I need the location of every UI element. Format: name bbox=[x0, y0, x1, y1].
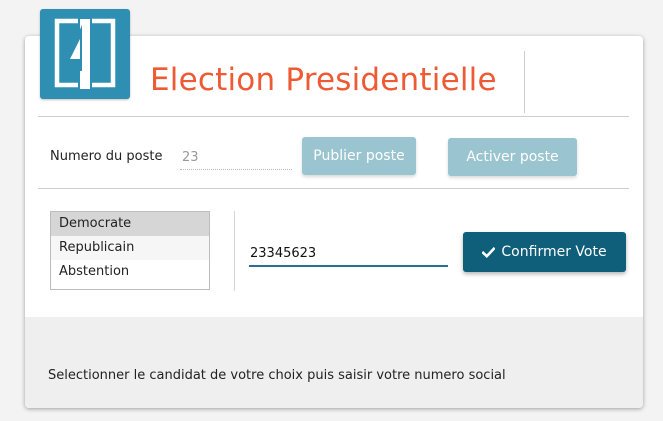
candidate-list[interactable]: Democrate Republicain Abstention bbox=[50, 211, 210, 290]
candidate-item-abstention[interactable]: Abstention bbox=[51, 260, 209, 284]
confirm-vote-button[interactable]: Confirmer Vote bbox=[463, 232, 626, 272]
confirm-vote-label: Confirmer Vote bbox=[501, 244, 607, 260]
candidate-item-democrate[interactable]: Democrate bbox=[51, 212, 209, 236]
split-door-logo-icon bbox=[40, 9, 130, 99]
section-divider bbox=[38, 188, 629, 189]
post-number-input[interactable] bbox=[180, 146, 292, 170]
activate-post-button[interactable]: Activer poste bbox=[448, 138, 577, 176]
social-number-input[interactable] bbox=[249, 241, 448, 267]
candidate-item-republicain[interactable]: Republicain bbox=[51, 236, 209, 260]
check-icon bbox=[482, 246, 496, 258]
page-title: Election Presidentielle bbox=[150, 62, 497, 98]
publish-post-button[interactable]: Publier poste bbox=[302, 137, 416, 175]
instruction-text: Selectionner le candidat de votre choix … bbox=[48, 368, 506, 383]
instruction-footer: Selectionner le candidat de votre choix … bbox=[25, 317, 643, 408]
header-divider bbox=[38, 116, 629, 117]
title-divider bbox=[524, 51, 525, 113]
vote-separator bbox=[234, 211, 235, 291]
post-number-label: Numero du poste bbox=[50, 149, 163, 164]
